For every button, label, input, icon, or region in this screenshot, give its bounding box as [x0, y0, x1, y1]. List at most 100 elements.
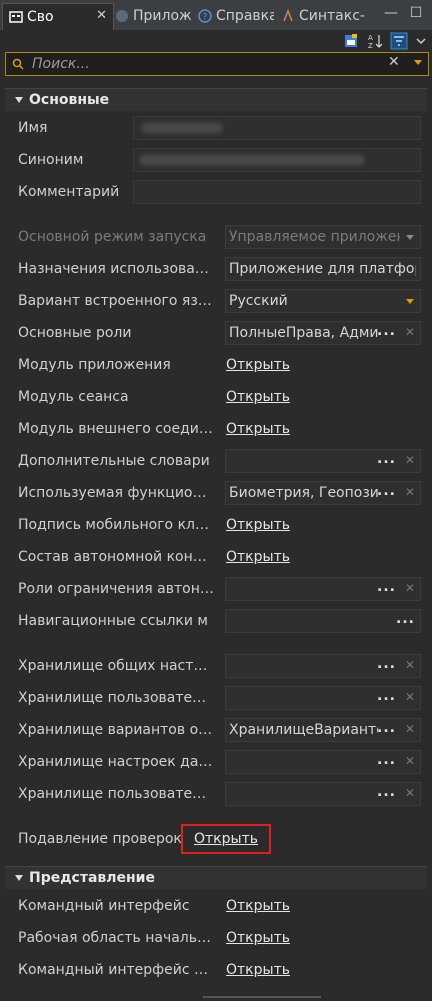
- choose-button[interactable]: ...: [377, 752, 396, 768]
- row-ext-conn-module: Модуль внешнего соединения Открыть: [5, 415, 427, 443]
- collapse-icon[interactable]: [15, 875, 23, 881]
- label-ext-conn-module: Модуль внешнего соединения: [18, 421, 214, 437]
- tab-syntax[interactable]: Синтакс-: [279, 3, 365, 29]
- open-link[interactable]: Открыть: [226, 962, 290, 978]
- open-link-highlighted[interactable]: Открыть: [181, 824, 271, 854]
- label-extra-dicts: Дополнительные словари: [18, 453, 210, 469]
- tab-label: Прилож: [133, 8, 192, 24]
- tab-help[interactable]: ? Справка: [196, 3, 274, 29]
- row-user-settings: Хранилище пользовательских ... ✕: [5, 684, 427, 712]
- clear-search-icon[interactable]: ✕: [388, 54, 400, 70]
- label-cmd-interface-main: Командный интерфейс основного: [18, 962, 214, 978]
- app-icon: [116, 10, 128, 22]
- open-link[interactable]: Открыть: [226, 357, 290, 373]
- field-value: Приложение для платформы: [229, 261, 416, 277]
- open-link[interactable]: Открыть: [226, 898, 290, 914]
- label-user-filters: Хранилище пользовательских: [18, 786, 214, 802]
- sort-alpha-icon[interactable]: AZ: [366, 32, 384, 50]
- standalone-roles-field[interactable]: ... ✕: [225, 577, 421, 601]
- section-view-header[interactable]: Представление: [5, 866, 427, 889]
- used-func-field[interactable]: Биометрия, Геопозиционирование... ✕: [225, 481, 421, 505]
- clear-icon[interactable]: ✕: [405, 722, 415, 736]
- select-value: Русский: [229, 293, 288, 309]
- launch-mode-select[interactable]: Управляемое приложение: [225, 225, 421, 249]
- label-session-module: Модуль сеанса: [18, 389, 129, 405]
- redacted-value: [142, 123, 222, 133]
- tab-label: Справка: [216, 8, 274, 24]
- label-standalone-roles: Роли ограничения автономной: [18, 581, 214, 597]
- tab-bar: Сво ✕ Прилож ? Справка Синтакс- — ☐: [0, 0, 432, 31]
- close-icon[interactable]: ✕: [96, 8, 107, 23]
- row-common-settings: Хранилище общих настроек ... ✕: [5, 652, 427, 680]
- choose-button[interactable]: ...: [377, 483, 396, 499]
- search-input[interactable]: [30, 54, 374, 74]
- label-check-suppress: Подавление проверок: [18, 831, 182, 847]
- tab-application[interactable]: Прилож: [113, 3, 195, 29]
- field-value: ХранилищеВариантовОтчетов: [229, 722, 378, 738]
- purposes-field[interactable]: Приложение для платформы: [225, 257, 421, 281]
- clear-icon[interactable]: ✕: [405, 690, 415, 704]
- row-app-module: Модуль приложения Открыть: [5, 351, 427, 379]
- clear-icon[interactable]: ✕: [405, 754, 415, 768]
- row-cmd-interface-main: Командный интерфейс основного Открыть: [5, 956, 427, 984]
- user-filters-field[interactable]: ... ✕: [225, 782, 421, 806]
- choose-button[interactable]: ...: [396, 611, 415, 627]
- open-link[interactable]: Открыть: [226, 389, 290, 405]
- clear-icon[interactable]: ✕: [405, 581, 415, 595]
- horizontal-scrollbar[interactable]: [203, 996, 321, 998]
- search-box: ✕: [5, 52, 429, 76]
- script-variant-select[interactable]: Русский: [225, 289, 421, 313]
- row-user-filters: Хранилище пользовательских ... ✕: [5, 780, 427, 808]
- row-report-variants: Хранилище вариантов отчетов ХранилищеВар…: [5, 716, 427, 744]
- common-settings-field[interactable]: ... ✕: [225, 654, 421, 678]
- label-app-module: Модуль приложения: [18, 357, 171, 373]
- collapse-icon[interactable]: [15, 97, 23, 103]
- row-cmd-interface: Командный интерфейс Открыть: [5, 892, 427, 920]
- minimize-icon[interactable]: —: [384, 6, 398, 20]
- open-link[interactable]: Открыть: [226, 421, 290, 437]
- clear-icon[interactable]: ✕: [405, 485, 415, 499]
- clear-icon[interactable]: ✕: [405, 786, 415, 800]
- open-link[interactable]: Открыть: [226, 517, 290, 533]
- clear-icon[interactable]: ✕: [405, 453, 415, 467]
- open-link[interactable]: Открыть: [226, 930, 290, 946]
- label-home-area: Рабочая область начальной: [18, 930, 214, 946]
- choose-button[interactable]: ...: [377, 720, 396, 736]
- clear-icon[interactable]: ✕: [405, 325, 415, 339]
- open-link[interactable]: Открыть: [226, 549, 290, 565]
- comment-input[interactable]: [133, 180, 421, 204]
- choose-button[interactable]: ...: [377, 451, 396, 467]
- name-input[interactable]: [133, 116, 421, 140]
- label-mobile-sign: Подпись мобильного клиента: [18, 517, 214, 533]
- row-purposes: Назначения использования Приложение для …: [5, 255, 427, 283]
- label-standalone-comp: Состав автономной конфигурации: [18, 549, 214, 565]
- choose-button[interactable]: ...: [377, 323, 396, 339]
- section-main-header[interactable]: Основные: [5, 88, 427, 111]
- help-icon: ?: [198, 9, 212, 23]
- extra-dicts-field[interactable]: ... ✕: [225, 449, 421, 473]
- default-roles-field[interactable]: ПолныеПрава, Администратор... ✕: [225, 321, 421, 345]
- label-launch-mode: Основной режим запуска: [18, 229, 207, 245]
- clear-icon[interactable]: ✕: [405, 658, 415, 672]
- filter-icon[interactable]: [390, 32, 408, 50]
- synonym-input[interactable]: [133, 148, 421, 172]
- row-data-settings: Хранилище настроек данных ... ✕: [5, 748, 427, 776]
- data-settings-field[interactable]: ... ✕: [225, 750, 421, 774]
- user-settings-field[interactable]: ... ✕: [225, 686, 421, 710]
- nav-links-field[interactable]: ...: [225, 609, 421, 633]
- maximize-icon[interactable]: ☐: [409, 6, 423, 20]
- chevron-down-icon[interactable]: [414, 60, 422, 65]
- choose-button[interactable]: ...: [377, 784, 396, 800]
- view-menu-icon[interactable]: [412, 32, 430, 50]
- categories-icon[interactable]: [342, 32, 360, 50]
- field-value: Биометрия, Геопозиционирование: [229, 485, 378, 501]
- tab-properties[interactable]: Сво ✕: [2, 3, 114, 30]
- choose-button[interactable]: ...: [377, 656, 396, 672]
- row-standalone-comp: Состав автономной конфигурации Открыть: [5, 543, 427, 571]
- choose-button[interactable]: ...: [377, 579, 396, 595]
- choose-button[interactable]: ...: [377, 688, 396, 704]
- row-standalone-roles: Роли ограничения автономной ... ✕: [5, 575, 427, 603]
- report-variants-field[interactable]: ХранилищеВариантовОтчетов... ✕: [225, 718, 421, 742]
- section-title: Основные: [29, 92, 110, 108]
- panel-toolbar: AZ: [0, 30, 432, 52]
